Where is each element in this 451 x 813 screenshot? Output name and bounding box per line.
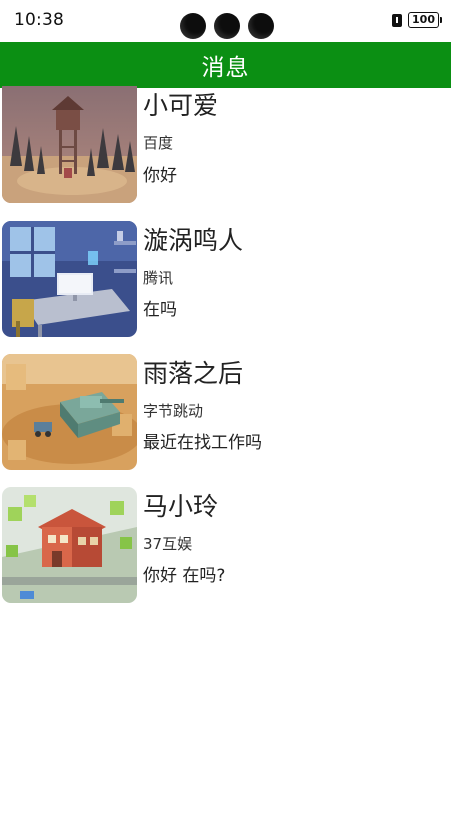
battery-icon: 100 [408,12,442,28]
camera-lens-icon [248,13,274,39]
camera-lens-icon [214,13,240,39]
message-item[interactable]: 马小玲 37互娱 你好 在吗? [0,487,451,620]
message-item[interactable]: 雨落之后 字节跳动 最近在找工作吗 [0,354,451,487]
avatar [2,221,137,337]
battery-level: 100 [412,13,435,26]
avatar [2,354,137,470]
avatar [2,86,137,203]
contact-name: 马小玲 [143,492,219,521]
message-list: 小可爱 百度 你好 漩涡鸣人 腾讯 在吗 雨落之后 字节跳动 最近在找工作吗 马… [0,86,451,620]
sim-card-icon [392,13,403,27]
message-preview: 最近在找工作吗 [143,433,262,453]
contact-name: 小可爱 [143,91,219,120]
front-cameras [180,13,274,39]
camera-lens-icon [180,13,206,39]
contact-company: 字节跳动 [143,402,204,420]
status-icons: 100 [392,12,442,28]
status-bar: 10:38 100 [0,0,451,42]
message-item[interactable]: 漩涡鸣人 腾讯 在吗 [0,221,451,354]
contact-company: 百度 [143,134,174,152]
message-preview: 你好 在吗? [143,566,226,586]
message-preview: 在吗 [143,300,177,320]
contact-name: 雨落之后 [143,359,244,388]
contact-company: 37互娱 [143,535,193,553]
status-time: 10:38 [14,10,64,30]
avatar [2,487,137,603]
page-title: 消息 [201,55,250,81]
contact-company: 腾讯 [143,269,174,287]
header-bar: 消息 [0,42,451,88]
message-preview: 你好 [143,166,177,186]
message-item[interactable]: 小可爱 百度 你好 [0,86,451,221]
contact-name: 漩涡鸣人 [143,226,244,255]
